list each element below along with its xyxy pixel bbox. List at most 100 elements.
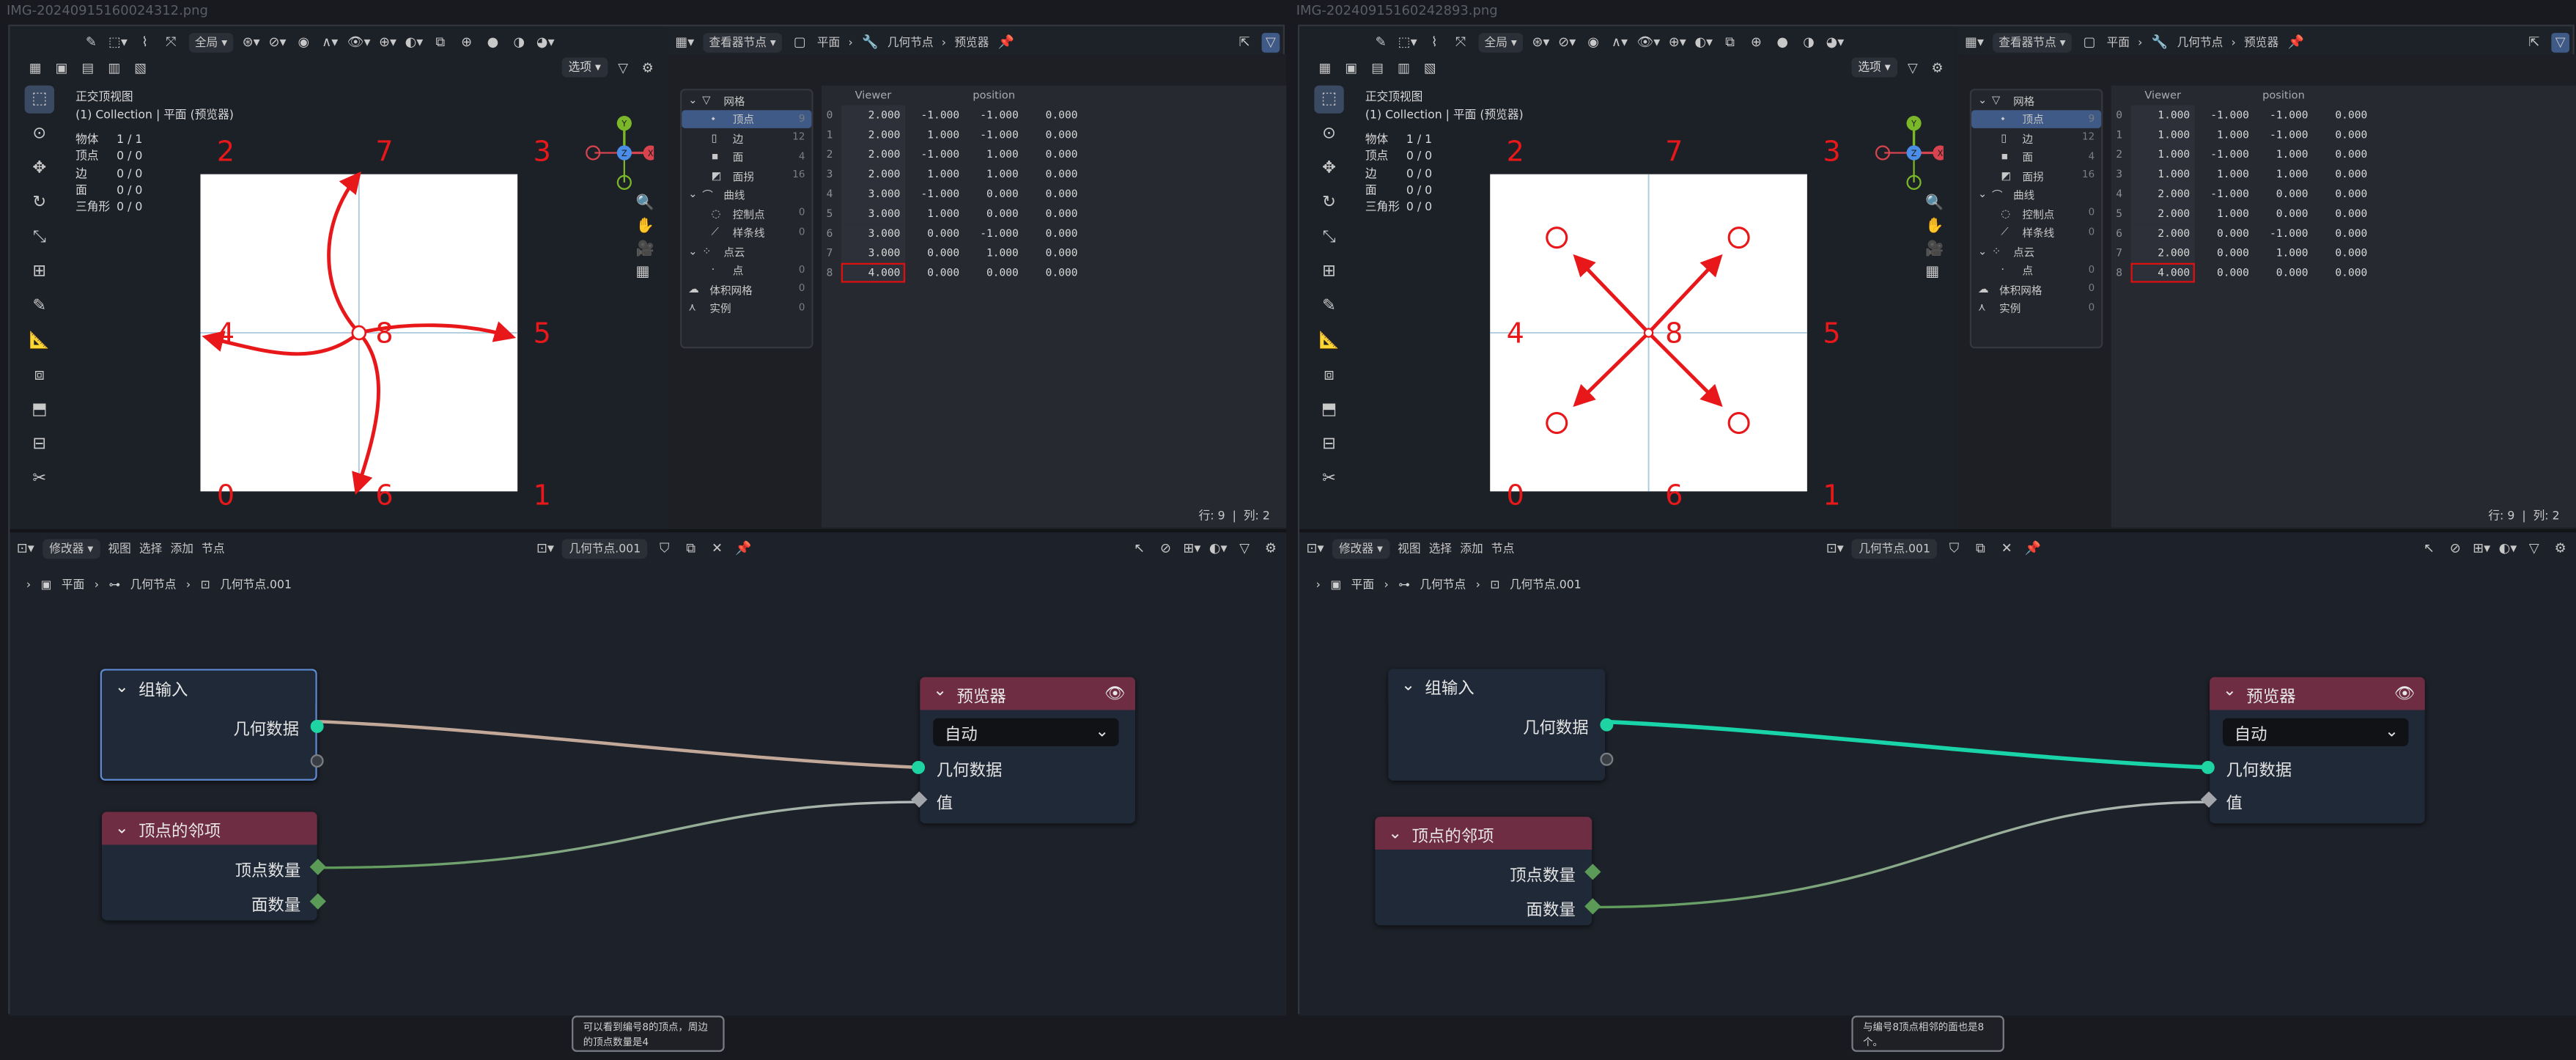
select-tool-icon[interactable]: ⬚ [1314,85,1344,114]
socket-geometry-in[interactable] [912,760,926,774]
socket-geometry-out[interactable] [1600,718,1614,732]
grid-icon[interactable]: ▦ [636,265,654,281]
col-viewer-header[interactable]: Viewer [2130,86,2194,106]
measure-tool-icon[interactable]: 📐 [25,327,54,355]
visibility-icon[interactable]: 👁▾ [347,32,371,52]
settings-gear-icon[interactable]: ⚙ [638,57,657,77]
pick-icon[interactable]: ✎ [82,32,100,52]
table-row[interactable]: 5 2.000 1.000 0.000 0.000 [2111,203,2372,224]
table-row[interactable]: 2 1.000 -1.000 1.000 0.000 [2111,144,2372,165]
orientation-dropdown[interactable]: 全局 ▾ [1477,32,1524,52]
node-vertex-neighbors[interactable]: ⌄ 顶点的邻项 顶点数量 面数量 [101,811,326,921]
viewer-node-dropdown[interactable]: 查看器节点 ▾ [702,32,783,52]
3d-viewport[interactable]: ✎ ⬚▾ ⌇ ⤧ 全局 ▾ ⊛▾ ⊘▾ ◉ ∧▾ 👁▾ ⊕▾ ◐▾ ⧉ ⊕ ● … [10,26,668,529]
pan-hand-icon[interactable]: ✋ [636,218,654,235]
table-row[interactable]: 7 3.000 0.000 1.000 0.000 [822,243,1082,263]
table-row[interactable]: 6 3.000 0.000 -1.000 0.000 [822,223,1082,243]
socket-empty-out[interactable] [310,754,324,768]
node-editor[interactable]: ⊡▾ 修改器 ▾ 视图 选择 添加 节点 ⊡▾ 几何节点.001 ⛉ ⧉ ✕ 📌… [10,532,1287,1016]
select-extend-icon[interactable]: ▣ [53,59,71,78]
add-cube-tool-icon[interactable]: ⧈ [1314,361,1343,389]
cursor-tool-icon[interactable]: ⊙ [25,120,54,148]
tree-item[interactable]: · 点 0 [682,260,811,279]
tree-item[interactable]: ⌄ ▽ 网格 [1971,90,2101,109]
pivot-icon[interactable]: ⊛▾ [1532,32,1550,52]
select-box-icon[interactable]: ⬚▾ [1398,32,1417,52]
table-row[interactable]: 8 4.000 0.000 0.000 0.000 [822,262,1082,283]
node-viewer[interactable]: ⌄ 预览器 👁 自动 ⌄ 几何数据 值 [911,677,1136,824]
grid-icon[interactable]: ▦ [1925,265,1944,281]
select-subtract-icon[interactable]: ▤ [79,59,97,78]
table-row[interactable]: 8 4.000 0.000 0.000 0.000 [2111,262,2372,283]
expand-chevron-icon[interactable]: ⌄ [1978,93,1987,106]
expand-chevron-icon[interactable]: ⌄ [688,188,697,201]
rotate-tool-icon[interactable]: ↻ [25,189,54,217]
tree-item[interactable]: ◩ 面拐 16 [1971,166,2101,185]
pan-hand-icon[interactable]: ✋ [1925,218,1944,235]
ss-crumb-object[interactable]: 平面 [2107,34,2130,50]
node-editor[interactable]: ⊡▾ 修改器 ▾ 视图 选择 添加 节点 ⊡▾ 几何节点.001 ⛉ ⧉ ✕ 📌… [1299,532,2576,1016]
options-dropdown[interactable]: 选项 ▾ [1851,57,1897,78]
orientation-dropdown[interactable]: 全局 ▾ [188,32,235,52]
collapse-chevron-icon[interactable]: ⌄ [1388,824,1402,842]
ss-crumb-modifier[interactable]: 几何节点 [887,34,934,50]
transform-orientation-icon[interactable]: ⤧ [162,32,180,52]
table-row[interactable]: 4 2.000 -1.000 0.000 0.000 [2111,184,2372,204]
select-new-icon[interactable]: ▦ [1316,59,1335,78]
table-row[interactable]: 1 2.000 1.000 -1.000 0.000 [822,125,1082,145]
navigation-gizmo[interactable]: Y X Z [575,115,654,194]
viewer-header[interactable]: ⌄ 预览器 👁 [920,677,1136,710]
table-row[interactable]: 6 2.000 0.000 -1.000 0.000 [2111,223,2372,243]
collapse-chevron-icon[interactable]: ⌄ [1401,677,1415,695]
socket-geometry-out[interactable] [310,719,324,733]
tree-item[interactable]: ⌄ ⌒ 曲线 [1971,185,2101,204]
collapse-chevron-icon[interactable]: ⌄ [933,681,947,706]
tree-item[interactable]: ⌄ ⌒ 曲线 [682,185,811,204]
expand-chevron-icon[interactable]: ⌄ [688,244,697,257]
shading-material-icon[interactable]: ◑ [1800,32,1818,52]
shading-wire-icon[interactable]: ⊕ [1747,32,1765,52]
tree-item[interactable]: ☁ 体积网格 0 [682,279,811,298]
tree-item[interactable]: ☁ 体积网格 0 [1971,279,2101,298]
collapse-chevron-icon[interactable]: ⌄ [115,820,129,838]
node-group-input[interactable]: ⌄ 组输入 几何数据 [1388,669,1614,781]
select-box-icon[interactable]: ⬚▾ [108,32,128,52]
table-row[interactable]: 5 3.000 1.000 0.000 0.000 [822,203,1082,224]
visibility-icon[interactable]: 👁▾ [1636,32,1660,52]
col-position-header[interactable]: position [905,86,1082,106]
select-filter-icon[interactable]: ⇱ [1236,32,1254,52]
rotate-tool-icon[interactable]: ↻ [1314,189,1343,217]
neighbors-header[interactable]: ⌄ 顶点的邻项 [101,811,317,845]
tree-item[interactable]: ⟋ 样条线 0 [1971,223,2101,242]
options-dropdown[interactable]: 选项 ▾ [561,57,608,78]
tree-item[interactable]: ◌ 控制点 0 [1971,204,2101,223]
select-invert-icon[interactable]: ▥ [105,59,123,78]
collapse-chevron-icon[interactable]: ⌄ [2223,681,2237,706]
group-input-header[interactable]: ⌄ 组输入 [1388,669,1606,702]
knife-tool-icon[interactable]: ✂ [1314,465,1343,493]
tree-item[interactable]: ▯ 边 12 [682,128,811,147]
falloff-icon[interactable]: ∧▾ [1611,32,1629,52]
domain-dropdown[interactable]: 自动 ⌄ [2223,718,2409,746]
filter-icon[interactable]: ▽ [1904,57,1922,77]
select-extend-icon[interactable]: ▣ [1342,59,1360,78]
scale-tool-icon[interactable]: ⤡ [1314,224,1343,251]
node-viewer[interactable]: ⌄ 预览器 👁 自动 ⌄ 几何数据 值 [2200,677,2425,824]
expand-chevron-icon[interactable]: ⌄ [1978,244,1987,257]
select-intersect-icon[interactable]: ▧ [131,59,150,78]
filter-icon[interactable]: ▽ [1261,32,1280,52]
overlay-icon[interactable]: ◐▾ [405,32,424,52]
select-invert-icon[interactable]: ▥ [1395,59,1413,78]
socket-geometry-in[interactable] [2201,760,2215,774]
eye-icon[interactable]: 👁 [1104,685,1125,703]
proportional-icon[interactable]: ◉ [295,32,313,52]
select-tool-icon[interactable]: ⬚ [24,85,54,114]
table-row[interactable]: 1 1.000 1.000 -1.000 0.000 [2111,125,2372,145]
ss-crumb-modifier[interactable]: 几何节点 [2177,34,2223,50]
collapse-chevron-icon[interactable]: ⌄ [115,678,129,696]
annotate-tool-icon[interactable]: ✎ [25,292,54,320]
col-position-header[interactable]: position [2195,86,2372,106]
tree-item[interactable]: ▪ 面 4 [1971,147,2101,166]
shading-material-icon[interactable]: ◑ [510,32,528,52]
xray-icon[interactable]: ⧉ [431,32,449,52]
